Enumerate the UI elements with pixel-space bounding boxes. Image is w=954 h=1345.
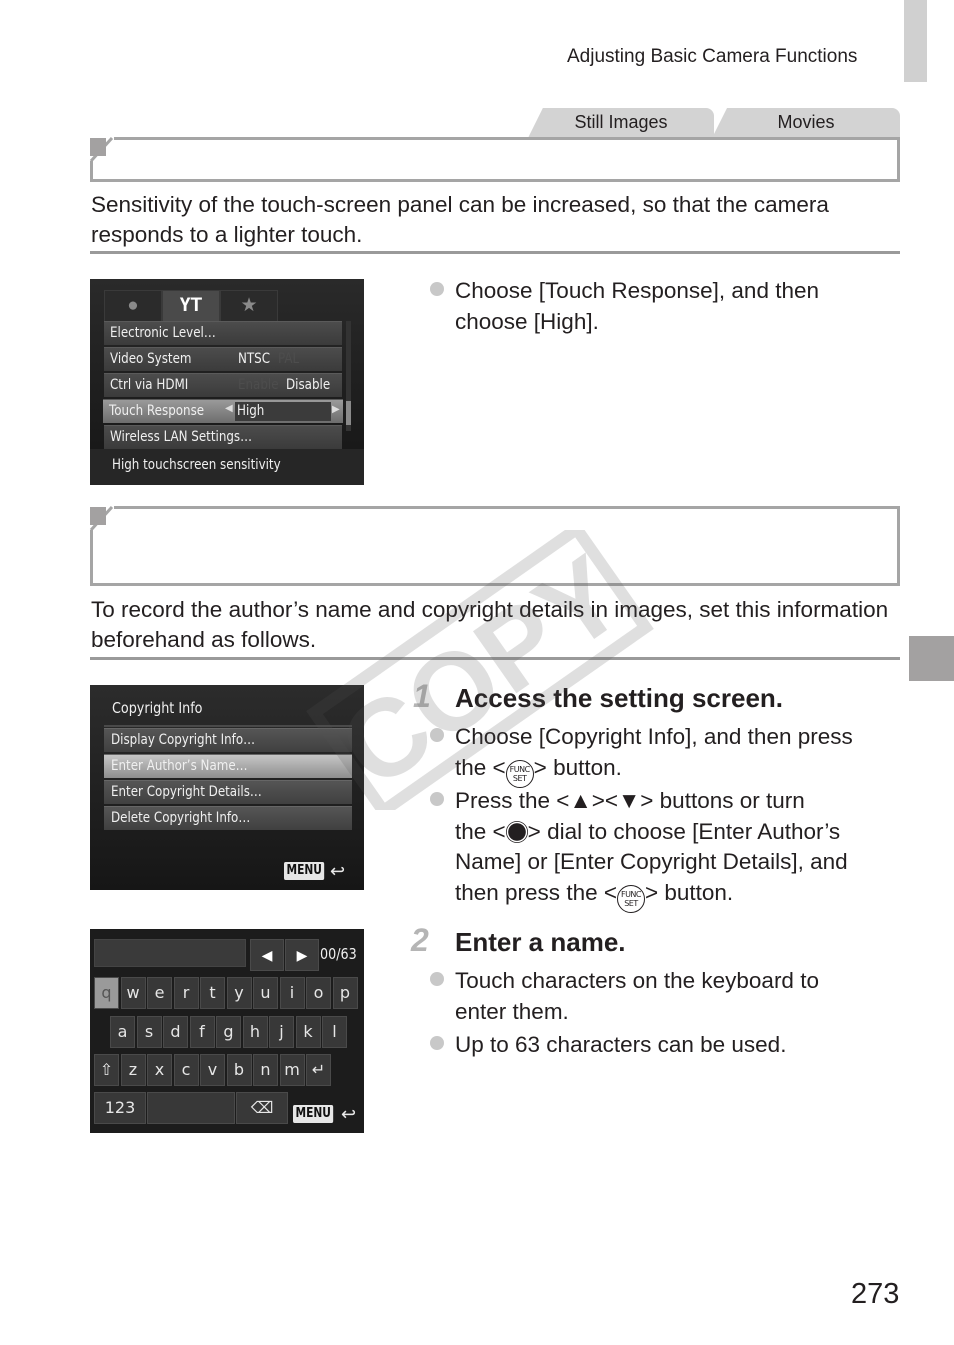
chapter-index-tab: [909, 636, 954, 681]
step-title: Enter a name.: [455, 927, 626, 957]
chapter-edge-tab: [904, 0, 927, 82]
divider: [90, 251, 900, 254]
selected-value: Disable: [286, 377, 331, 393]
chevron-right-icon: ▶: [332, 404, 340, 415]
star-tab-icon: ★: [220, 290, 278, 321]
key-y: y: [226, 977, 252, 1009]
key-k: k: [295, 1016, 321, 1048]
step-title: Access the setting screen.: [455, 683, 784, 713]
key-d: d: [163, 1016, 188, 1048]
control-dial-icon: [505, 820, 528, 843]
shift-icon: ⇧: [94, 1054, 119, 1086]
menu-tab-bar: ● ҮT ★: [104, 290, 354, 321]
key-h: h: [242, 1016, 268, 1048]
section-heading-box-touch-response: [90, 137, 900, 182]
section-intro: Sensitivity of the touch-screen panel ca…: [91, 192, 829, 247]
menu-row-display-copyright: Display Copyright Info…: [104, 728, 352, 752]
unselected-value: Enable: [238, 377, 279, 393]
key-a: a: [110, 1016, 135, 1048]
menu-button-icon: MENU: [284, 862, 325, 880]
key-n: n: [253, 1054, 278, 1086]
back-arrow-icon: ↩: [341, 1104, 357, 1124]
camera-screen-keyboard: ◀ ▶ 00/63 qwertyuiop asdfghjkl ⇧ z x c v b n m ↵…: [90, 929, 364, 1133]
up-arrow-icon: ▲: [569, 788, 592, 813]
key-i: i: [279, 977, 305, 1009]
menu-row-enter-author-name: Enter Author’s Name…: [104, 754, 352, 778]
key-f: f: [189, 1016, 215, 1048]
text-entry-field: [94, 939, 246, 967]
key-x: x: [147, 1054, 172, 1086]
instruction-text: Choose [Copyright Info], and then press t…: [455, 722, 895, 788]
camera-screen-copyright-info: Copyright Info Display Copyright Info… E…: [90, 685, 364, 890]
key-v: v: [200, 1054, 225, 1086]
key-q: q: [94, 977, 119, 1009]
cursor-right-icon: ▶: [285, 939, 319, 971]
divider: [90, 657, 900, 660]
menu-row-wireless-lan: Wireless LAN Settings…: [104, 425, 342, 449]
key-c: c: [173, 1054, 199, 1086]
unselected-value: PAL: [278, 351, 300, 367]
chapter-title: Adjusting Basic Camera Functions: [567, 46, 858, 67]
instruction-text: Choose [Touch Response], and then choose…: [455, 278, 819, 334]
selected-value: NTSC: [238, 351, 271, 367]
key-z: z: [120, 1054, 146, 1086]
bullet-icon: [430, 972, 444, 986]
bullet-icon: [430, 1036, 444, 1050]
key-g: g: [216, 1016, 241, 1048]
camera-tab-icon: ●: [104, 290, 162, 321]
key-r: r: [173, 977, 199, 1009]
func-set-button-icon: FUNC SET: [505, 759, 534, 788]
menu-row-ctrl-via-hdmi: Ctrl via HDMI Enable Disable: [104, 373, 342, 397]
menu-hint-text: High touchscreen sensitivity: [112, 457, 281, 473]
bullet-icon: [430, 282, 444, 296]
back-arrow-icon: ↩: [330, 861, 346, 881]
wrench-settings-tab-icon: ҮT: [162, 290, 220, 321]
section-marker-icon: [90, 138, 106, 156]
key-s: s: [136, 1016, 162, 1048]
section-intro: To record the author’s name and copyrigh…: [91, 597, 889, 652]
key-l: l: [322, 1016, 347, 1048]
chevron-left-icon: ◀: [225, 403, 233, 414]
instruction-text: Press the <▲><▼> buttons or turn the < > d…: [455, 786, 895, 913]
menu-row-touch-response: Touch Response ◀ High ▶: [103, 399, 343, 423]
instruction-text: Up to 63 characters can be used.: [455, 1032, 787, 1057]
menu-row-video-system: Video System NTSC PAL: [104, 347, 342, 371]
down-arrow-icon: ▼: [618, 788, 641, 813]
key-u: u: [253, 977, 278, 1009]
section-marker-icon: [90, 507, 106, 525]
key-space: [147, 1092, 235, 1124]
divider: [104, 725, 352, 727]
selected-value: High: [237, 403, 265, 419]
key-mode-123: 123: [94, 1092, 146, 1124]
bullet-icon: [430, 728, 444, 742]
key-j: j: [269, 1016, 294, 1048]
cursor-left-icon: ◀: [250, 939, 284, 971]
key-e: e: [147, 977, 172, 1009]
key-w: w: [120, 977, 146, 1009]
func-set-button-icon: FUNC SET: [616, 884, 645, 913]
key-m: m: [279, 1054, 305, 1086]
backspace-icon: ⌫: [236, 1092, 288, 1124]
tab-movies: Movies: [712, 108, 900, 138]
menu-row-enter-copyright-details: Enter Copyright Details…: [104, 780, 352, 804]
step-number: 1: [413, 678, 431, 714]
key-t: t: [200, 977, 225, 1009]
menu-button-icon: MENU: [293, 1105, 334, 1123]
screen-title: Copyright Info: [112, 699, 203, 717]
enter-icon: ↵: [306, 1054, 331, 1086]
key-b: b: [226, 1054, 252, 1086]
step-number: 2: [411, 922, 429, 958]
bullet-icon: [430, 792, 444, 806]
camera-screen-settings-menu: ● ҮT ★ Electronic Level… Video System NT…: [90, 279, 364, 485]
instruction-text: Touch characters on the keyboard to ente…: [455, 968, 819, 1024]
key-p: p: [332, 977, 358, 1009]
key-o: o: [306, 977, 331, 1009]
section-heading-box-copyright: [90, 506, 900, 586]
page-number: 273: [851, 1278, 900, 1310]
menu-row-electronic-level: Electronic Level…: [104, 321, 342, 345]
tab-still-images: Still Images: [528, 108, 714, 138]
character-counter: 00/63: [320, 945, 357, 963]
scrollbar-thumb: [346, 401, 351, 425]
menu-row-delete-copyright: Delete Copyright Info…: [104, 806, 352, 830]
